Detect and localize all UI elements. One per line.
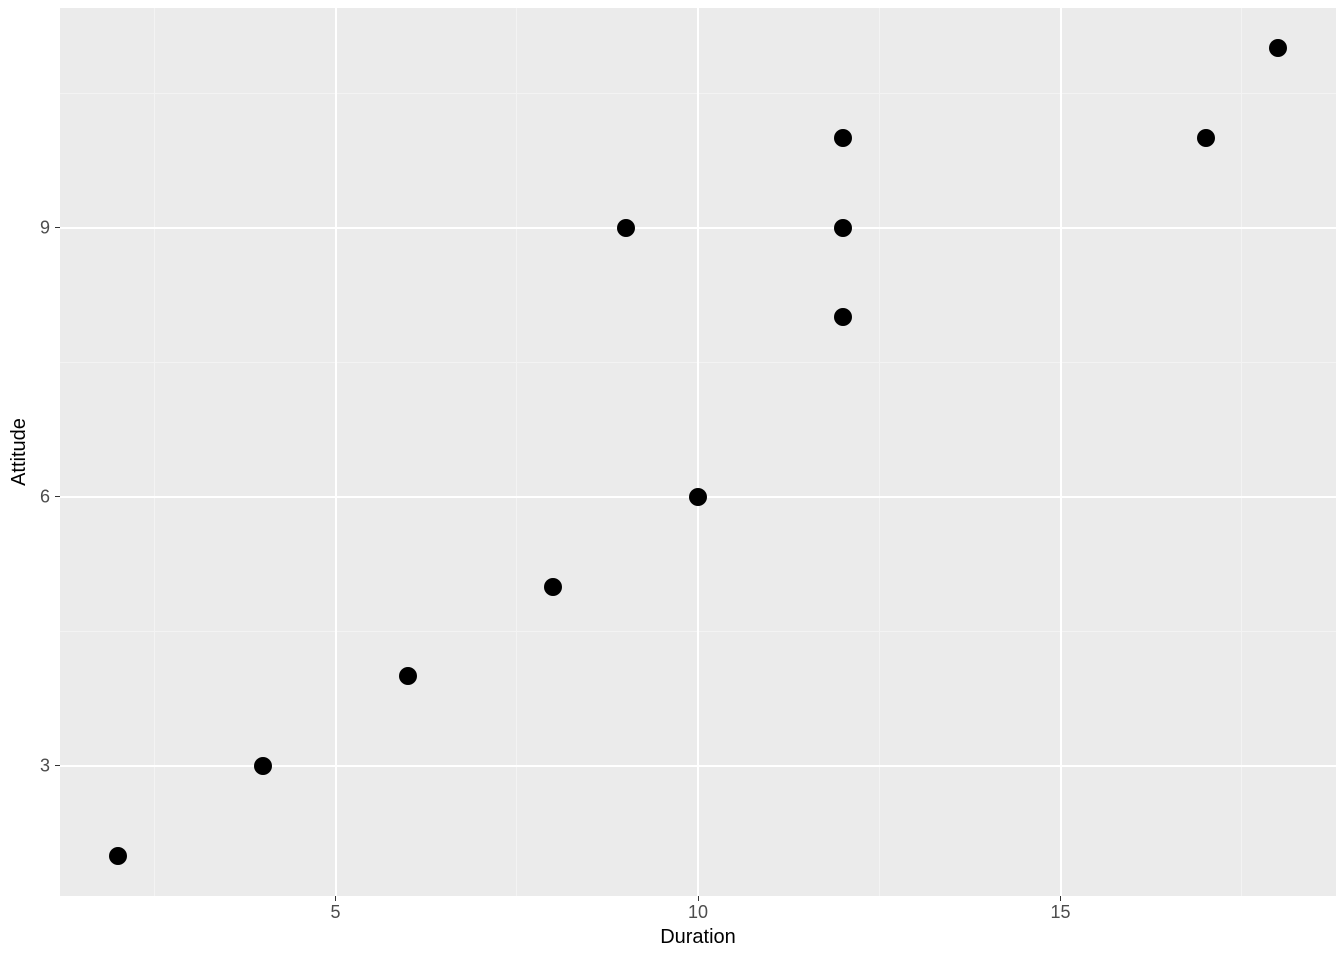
x-tick-label: 15: [1050, 902, 1070, 923]
grid-major-v: [697, 8, 699, 896]
data-point: [109, 847, 127, 865]
y-tick-mark: [55, 227, 60, 228]
x-tick-label: 5: [330, 902, 340, 923]
y-tick-mark: [55, 496, 60, 497]
y-tick-label: 9: [40, 217, 50, 238]
data-point: [834, 219, 852, 237]
grid-major-h: [60, 765, 1336, 767]
data-point: [689, 488, 707, 506]
chart-container: Attitude Duration 5 10 15 3 6 9: [0, 0, 1344, 960]
grid-major-v: [335, 8, 337, 896]
data-point: [1269, 39, 1287, 57]
data-point: [834, 129, 852, 147]
data-point: [617, 219, 635, 237]
grid-major-v: [1060, 8, 1062, 896]
grid-minor-v: [879, 8, 880, 896]
y-tick-label: 6: [40, 486, 50, 507]
y-axis-label: Attitude: [8, 418, 31, 486]
grid-minor-v: [516, 8, 517, 896]
data-point: [254, 757, 272, 775]
data-point: [834, 308, 852, 326]
grid-minor-v: [154, 8, 155, 896]
x-tick-mark: [1060, 896, 1061, 901]
grid-minor-v: [1241, 8, 1242, 896]
x-tick-mark: [698, 896, 699, 901]
data-point: [544, 578, 562, 596]
y-tick-mark: [55, 765, 60, 766]
grid-major-h: [60, 227, 1336, 229]
y-tick-label: 3: [40, 755, 50, 776]
x-tick-label: 10: [688, 902, 708, 923]
data-point: [399, 667, 417, 685]
x-axis-label: Duration: [660, 926, 736, 949]
x-tick-mark: [335, 896, 336, 901]
data-point: [1197, 129, 1215, 147]
